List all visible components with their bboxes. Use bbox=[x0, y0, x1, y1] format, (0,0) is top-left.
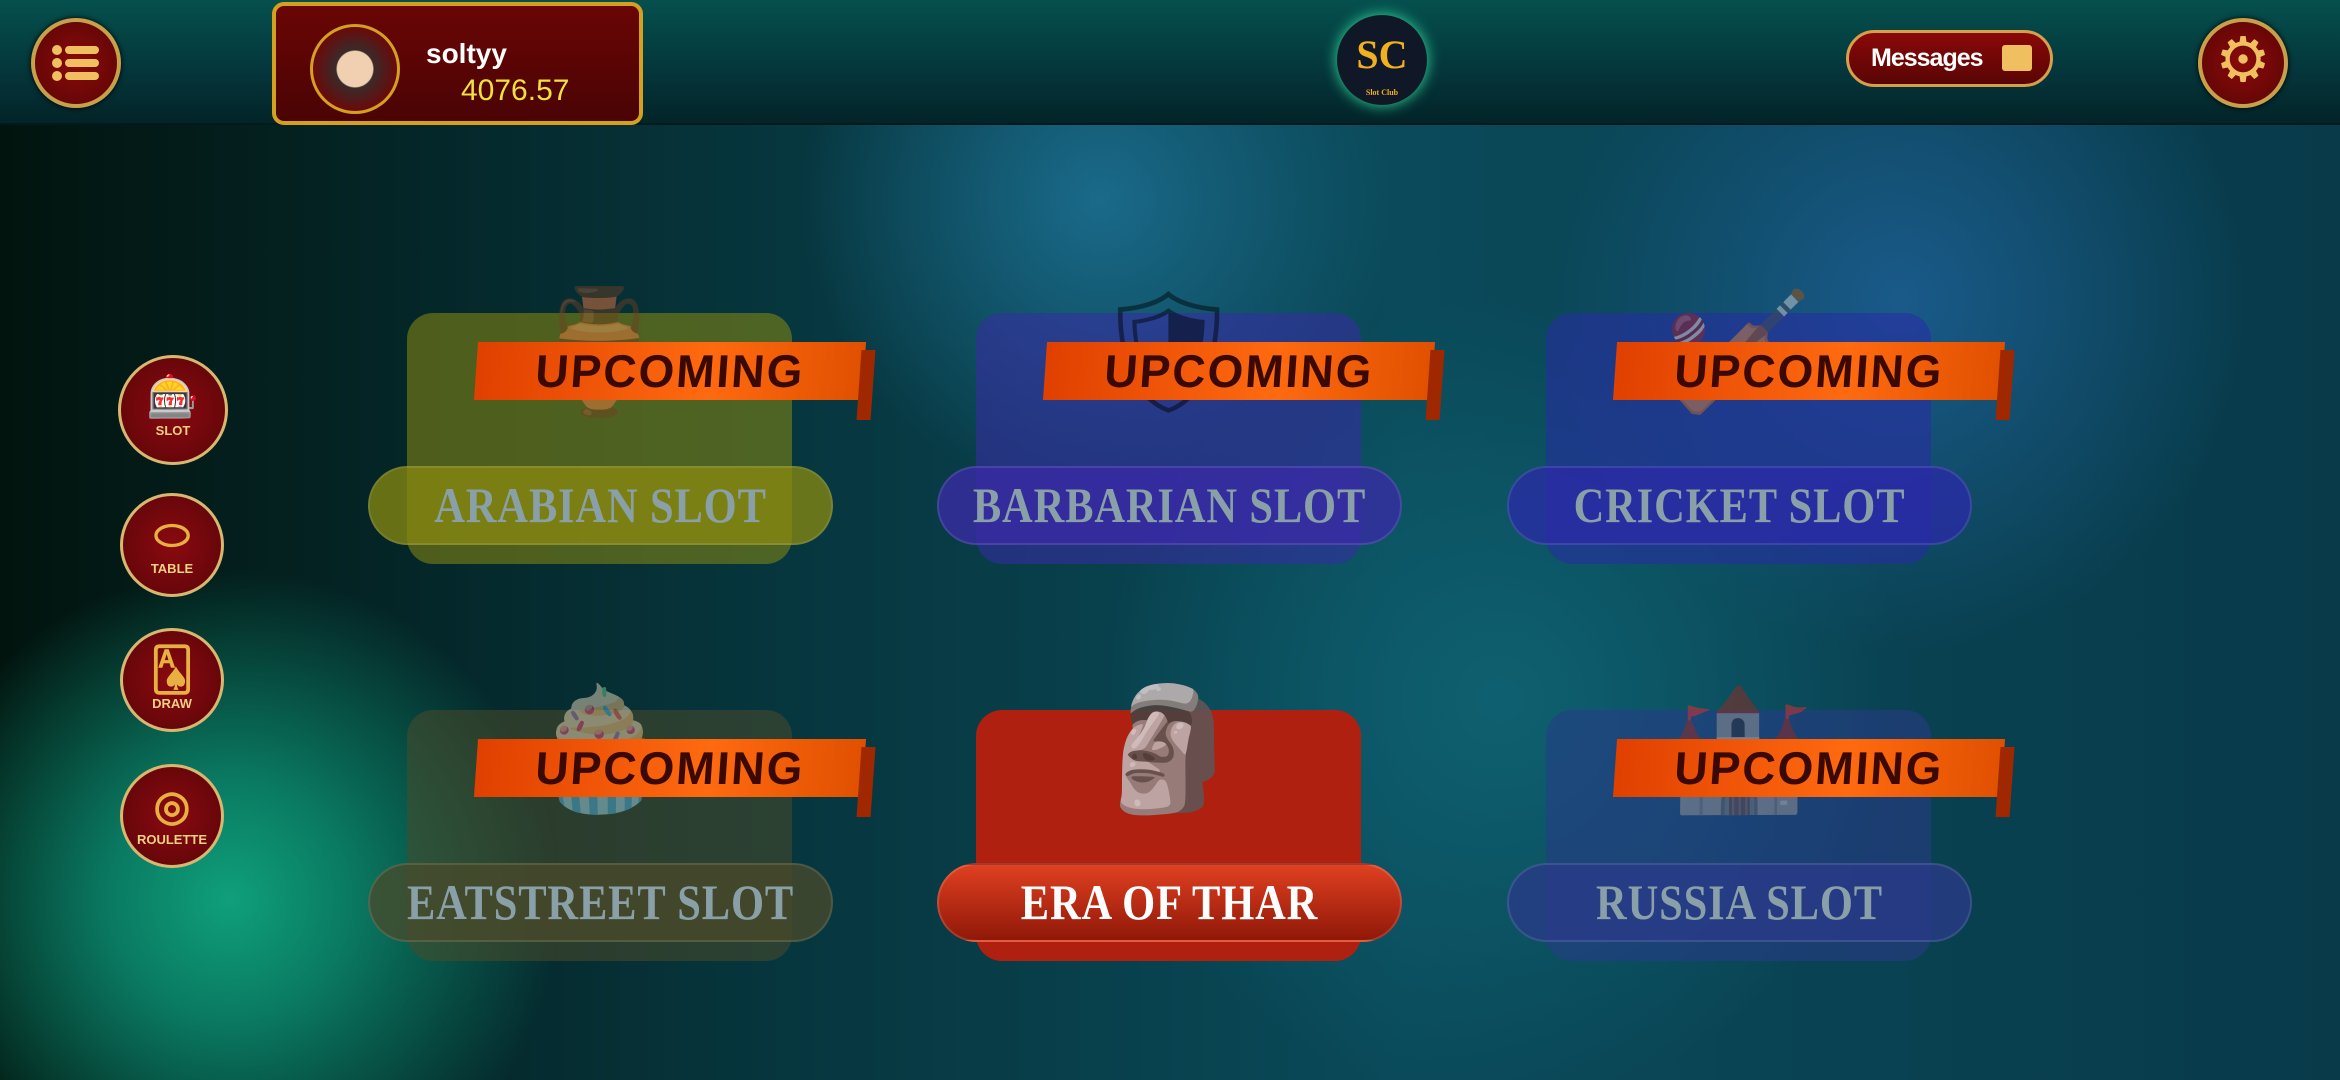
logo-subtext: Slot Club bbox=[1365, 88, 1399, 97]
messages-label: Messages bbox=[1871, 44, 1984, 72]
game-title: RUSSIA SLOT bbox=[1596, 874, 1883, 930]
avatar[interactable] bbox=[310, 24, 400, 114]
game-title: BARBARIAN SLOT bbox=[972, 477, 1367, 533]
settings-button[interactable]: ⚙ bbox=[2198, 18, 2288, 108]
profile-panel[interactable]: soltyy 4076.57 bbox=[272, 2, 643, 125]
category-label: TABLE bbox=[150, 561, 194, 576]
game-title: ARABIAN SLOT bbox=[434, 477, 767, 533]
upcoming-badge: UPCOMING bbox=[1612, 739, 2006, 797]
category-draw[interactable]: 🂡 DRAW bbox=[120, 628, 224, 732]
game-card[interactable]: 🧁 EATSTREET SLOT UPCOMING bbox=[368, 682, 867, 961]
game-card[interactable]: 🏰 RUSSIA SLOT UPCOMING bbox=[1507, 682, 2006, 961]
cards-icon: 🂡 bbox=[150, 646, 194, 693]
messages-button[interactable]: Messages bbox=[1846, 30, 2053, 87]
game-title: ERA OF THAR bbox=[1020, 874, 1319, 930]
game-card[interactable]: 🛡 BARBARIAN SLOT UPCOMING bbox=[937, 285, 1436, 564]
category-roulette[interactable]: ◎ ROULETTE bbox=[120, 764, 224, 868]
game-card[interactable]: 🏏 CRICKET SLOT UPCOMING bbox=[1507, 285, 2006, 564]
upcoming-badge: UPCOMING bbox=[473, 739, 867, 797]
roulette-icon: ◎ bbox=[153, 782, 191, 829]
game-art: 🗿 bbox=[1093, 682, 1244, 816]
upcoming-badge: UPCOMING bbox=[1612, 342, 2006, 400]
category-label: SLOT bbox=[155, 423, 191, 438]
list-menu-icon bbox=[52, 45, 99, 81]
category-table[interactable]: ⬭ TABLE bbox=[120, 493, 224, 597]
category-slot[interactable]: 🎰 SLOT bbox=[118, 355, 228, 465]
table-icon: ⬭ bbox=[154, 511, 190, 558]
top-bar: soltyy 4076.57 SC Slot Club Messages ⚙ bbox=[0, 0, 2340, 125]
game-title: EATSTREET SLOT bbox=[406, 874, 795, 930]
logo-text: SC bbox=[1356, 32, 1408, 77]
slot-machine-icon: 🎰 bbox=[146, 373, 200, 420]
category-label: ROULETTE bbox=[136, 832, 208, 847]
menu-button[interactable] bbox=[31, 18, 121, 108]
gear-icon: ⚙ bbox=[2215, 26, 2271, 95]
game-card[interactable]: 🗿 ERA OF THAR bbox=[937, 682, 1402, 961]
category-label: DRAW bbox=[152, 696, 192, 711]
envelope-icon bbox=[2002, 45, 2032, 71]
balance: 4076.57 bbox=[461, 74, 570, 107]
slot-club-logo: SC Slot Club bbox=[1337, 15, 1427, 105]
upcoming-badge: UPCOMING bbox=[473, 342, 867, 400]
game-title: CRICKET SLOT bbox=[1573, 477, 1906, 533]
username: soltyy bbox=[426, 38, 507, 69]
upcoming-badge: UPCOMING bbox=[1042, 342, 1436, 400]
game-card[interactable]: 🏺 ARABIAN SLOT UPCOMING bbox=[368, 285, 867, 564]
